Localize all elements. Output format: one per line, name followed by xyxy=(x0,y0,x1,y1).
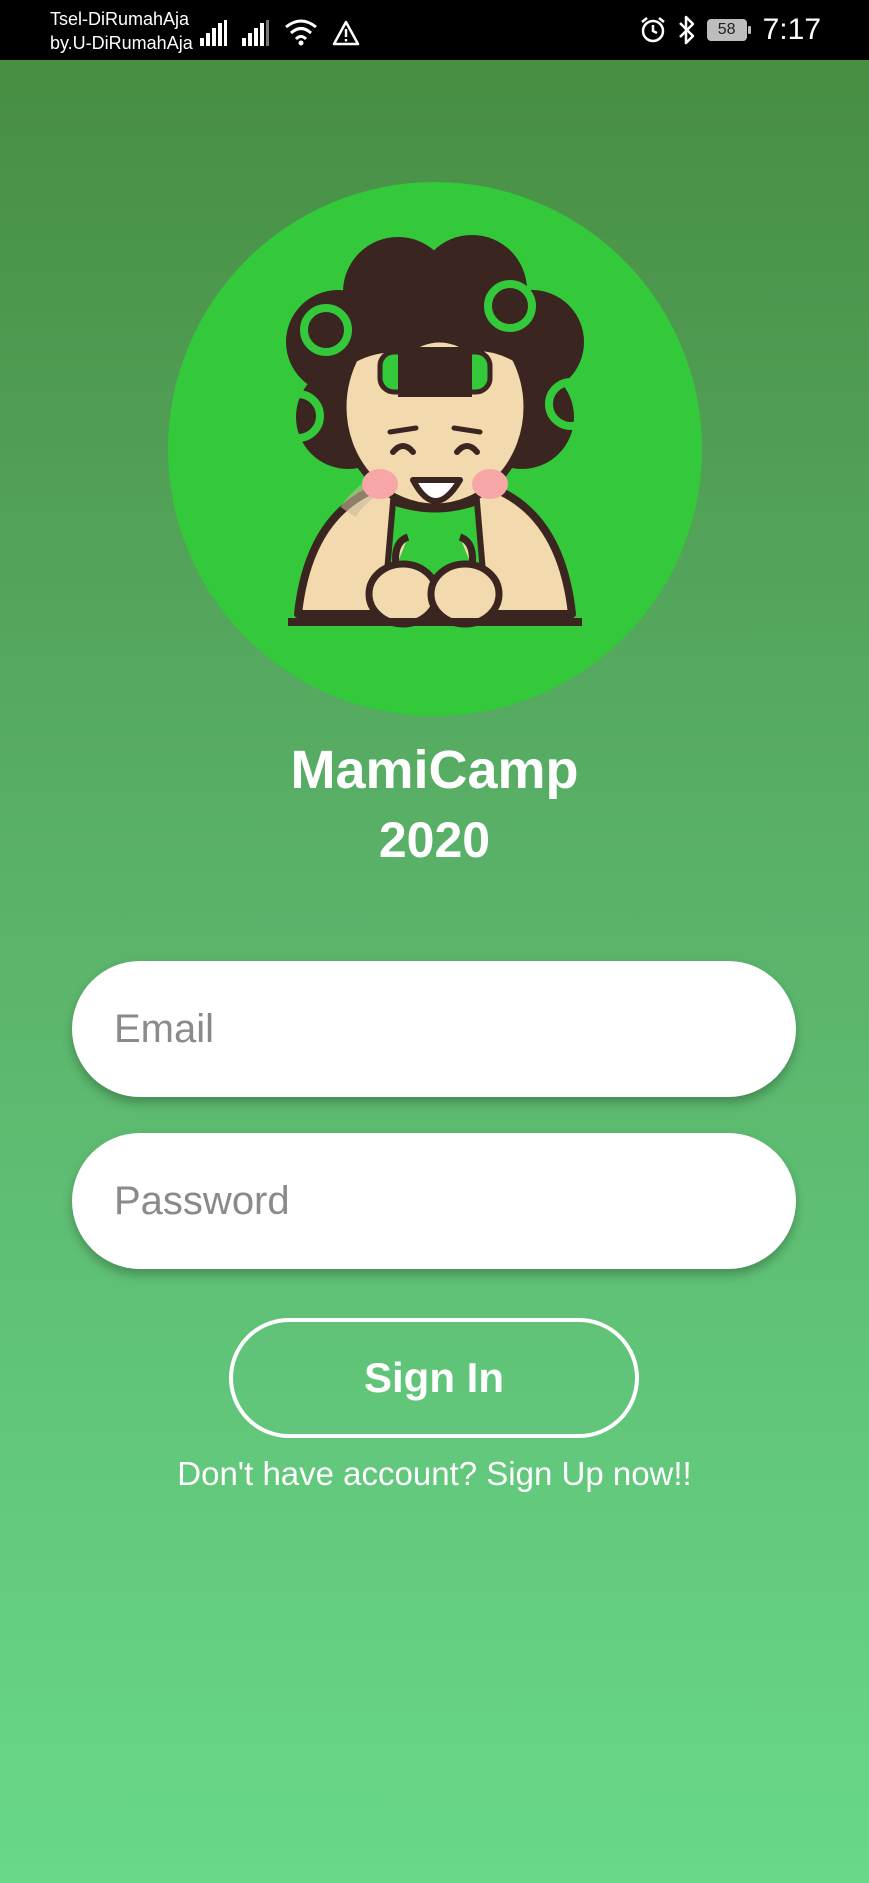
login-screen: Tsel-DiRumahAja by.U-DiRumahAja 58 7:17 … xyxy=(0,0,869,1883)
carrier-line-2: by.U-DiRumahAja xyxy=(50,33,193,53)
sign-in-button[interactable]: Sign In xyxy=(229,1318,639,1438)
email-input[interactable] xyxy=(112,1005,796,1053)
carrier-line-1: Tsel-DiRumahAja xyxy=(50,9,190,29)
app-year: 2020 xyxy=(378,812,491,868)
status-icons-right: 58 7:17 xyxy=(639,12,821,48)
email-field[interactable] xyxy=(72,961,796,1097)
signal-icon xyxy=(200,20,227,46)
app-title: MamiCamp xyxy=(290,740,579,800)
signal-icon xyxy=(242,20,269,46)
sign-up-link[interactable]: Don't have account? Sign Up now!! xyxy=(0,1452,869,1496)
battery-icon: 58 xyxy=(706,19,751,41)
password-input[interactable] xyxy=(112,1177,796,1225)
bluetooth-icon xyxy=(678,15,694,45)
alarm-icon xyxy=(640,17,665,43)
wifi-icon xyxy=(285,19,317,46)
status-icons-left xyxy=(200,14,360,46)
password-field[interactable] xyxy=(72,1133,796,1269)
status-bar: Tsel-DiRumahAja by.U-DiRumahAja 58 7:17 xyxy=(0,0,869,60)
app-logo xyxy=(168,182,702,716)
carrier-label: Tsel-DiRumahAja by.U-DiRumahAja xyxy=(50,7,193,55)
warning-icon xyxy=(332,20,360,46)
mascot-illustration xyxy=(272,235,597,628)
clock-time: 7:17 xyxy=(762,13,821,46)
